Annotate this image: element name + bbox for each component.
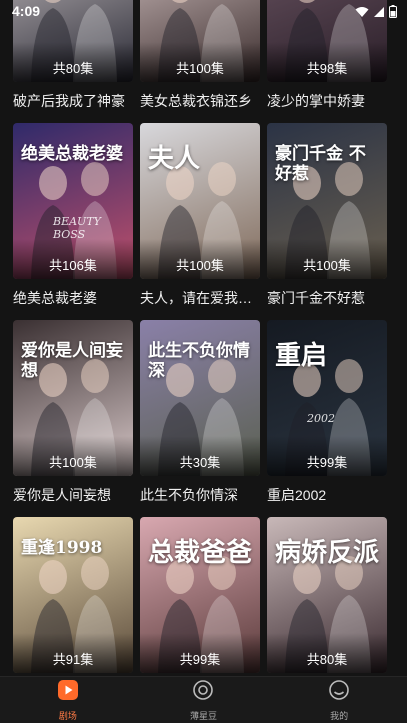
tab-theater[interactable]: 剧场 bbox=[18, 677, 118, 723]
episode-count: 共100集 bbox=[303, 258, 351, 273]
episode-count: 共100集 bbox=[176, 258, 224, 273]
play-icon bbox=[57, 679, 79, 706]
episode-count: 共106集 bbox=[49, 258, 97, 273]
record-icon bbox=[192, 679, 214, 706]
episode-count: 共80集 bbox=[306, 652, 348, 667]
drama-poster[interactable]: 豪门千金 不好惹共100集 bbox=[267, 123, 387, 279]
poster-title-art: 夫人 bbox=[148, 144, 201, 174]
poster-title-art: 爱你是人间妄想 bbox=[21, 341, 123, 381]
poster-title-art: 重启 bbox=[275, 341, 328, 371]
episode-count: 共30集 bbox=[179, 455, 221, 470]
episode-count: 共80集 bbox=[52, 61, 94, 76]
poster-title-art: 绝美总裁老婆 bbox=[21, 144, 123, 164]
drama-poster[interactable]: 总裁爸爸共99集 bbox=[140, 517, 260, 673]
bottom-tab-bar: 剧场 薄星豆 我的 bbox=[0, 676, 407, 723]
drama-poster[interactable]: 病娇反派共80集 bbox=[267, 517, 387, 673]
episode-count: 共100集 bbox=[176, 61, 224, 76]
drama-title[interactable]: 凌少的掌中娇妻 bbox=[267, 91, 397, 111]
drama-poster[interactable]: 重启 2002 共99集 bbox=[267, 320, 387, 476]
drama-title[interactable]: 爱你是人间妄想 bbox=[13, 485, 143, 505]
poster-subtitle-art: BEAUTY BOSS bbox=[53, 215, 101, 241]
wifi-icon bbox=[355, 6, 369, 17]
profile-icon bbox=[328, 679, 350, 706]
episode-count: 共91集 bbox=[52, 652, 94, 667]
drama-card[interactable]: 夫人 共100集 夫人，请在爱我… bbox=[140, 123, 260, 306]
drama-title[interactable]: 美女总裁衣锦还乡 bbox=[140, 91, 270, 111]
drama-poster[interactable]: 重逢1998 共91集 bbox=[13, 517, 133, 673]
poster-title-art: 此生不负你情深 bbox=[148, 341, 250, 381]
drama-title[interactable]: 重启2002 bbox=[267, 485, 397, 505]
poster-title-art: 病娇反派 bbox=[275, 538, 380, 568]
tab-beans[interactable]: 薄星豆 bbox=[153, 677, 253, 723]
poster-title-art: 豪门千金 不好惹 bbox=[275, 144, 366, 184]
drama-title[interactable]: 破产后我成了神豪 bbox=[13, 91, 143, 111]
tab-label: 我的 bbox=[330, 710, 349, 721]
tab-mine[interactable]: 我的 bbox=[289, 677, 389, 723]
drama-card[interactable]: 豪门千金 不好惹 共100集 豪门千金不好惹 bbox=[267, 123, 387, 306]
episode-count: 共100集 bbox=[49, 455, 97, 470]
poster-subtitle-art: 2002 bbox=[307, 412, 335, 425]
drama-card[interactable]: 绝美总裁老婆 BEAUTY BOSS 共106集 绝美总裁老婆 bbox=[13, 123, 133, 306]
drama-poster[interactable]: 爱你是人间妄想共100集 bbox=[13, 320, 133, 476]
drama-card[interactable]: 此生不负你情深共30集 此生不负你情深 bbox=[140, 320, 260, 503]
episode-count: 共98集 bbox=[306, 61, 348, 76]
drama-card[interactable]: 重启 2002 共99集 重启 2002 bbox=[267, 320, 387, 503]
drama-title[interactable]: 绝美总裁老婆 bbox=[13, 288, 143, 308]
poster-title-art: 重逢1998 bbox=[21, 538, 103, 558]
drama-title[interactable]: 此生不负你情深 bbox=[140, 485, 270, 505]
drama-card[interactable]: 重逢1998 共91集 bbox=[13, 517, 133, 673]
episode-count: 共99集 bbox=[306, 455, 348, 470]
drama-poster[interactable]: 夫人共100集 bbox=[140, 123, 260, 279]
tab-label: 薄星豆 bbox=[189, 710, 217, 721]
status-icons bbox=[355, 5, 397, 18]
episode-count: 共99集 bbox=[179, 652, 221, 667]
signal-icon bbox=[374, 6, 384, 17]
drama-card[interactable]: 总裁爸爸共99集 bbox=[140, 517, 260, 673]
status-time: 4:09 bbox=[12, 3, 41, 19]
status-bar: 4:09 bbox=[0, 0, 407, 24]
drama-title[interactable]: 豪门千金不好惹 bbox=[267, 288, 397, 308]
drama-title[interactable]: 夫人，请在爱我… bbox=[140, 288, 270, 308]
tab-label: 剧场 bbox=[58, 710, 77, 721]
drama-poster[interactable]: 绝美总裁老婆 BEAUTY BOSS 共106集 bbox=[13, 123, 133, 279]
poster-title-art: 总裁爸爸 bbox=[148, 538, 253, 568]
battery-icon bbox=[389, 5, 397, 18]
drama-poster[interactable]: 此生不负你情深共30集 bbox=[140, 320, 260, 476]
drama-card[interactable]: 病娇反派共80集 bbox=[267, 517, 387, 673]
drama-card[interactable]: 爱你是人间妄想共100集 爱你是人间妄想 bbox=[13, 320, 133, 503]
